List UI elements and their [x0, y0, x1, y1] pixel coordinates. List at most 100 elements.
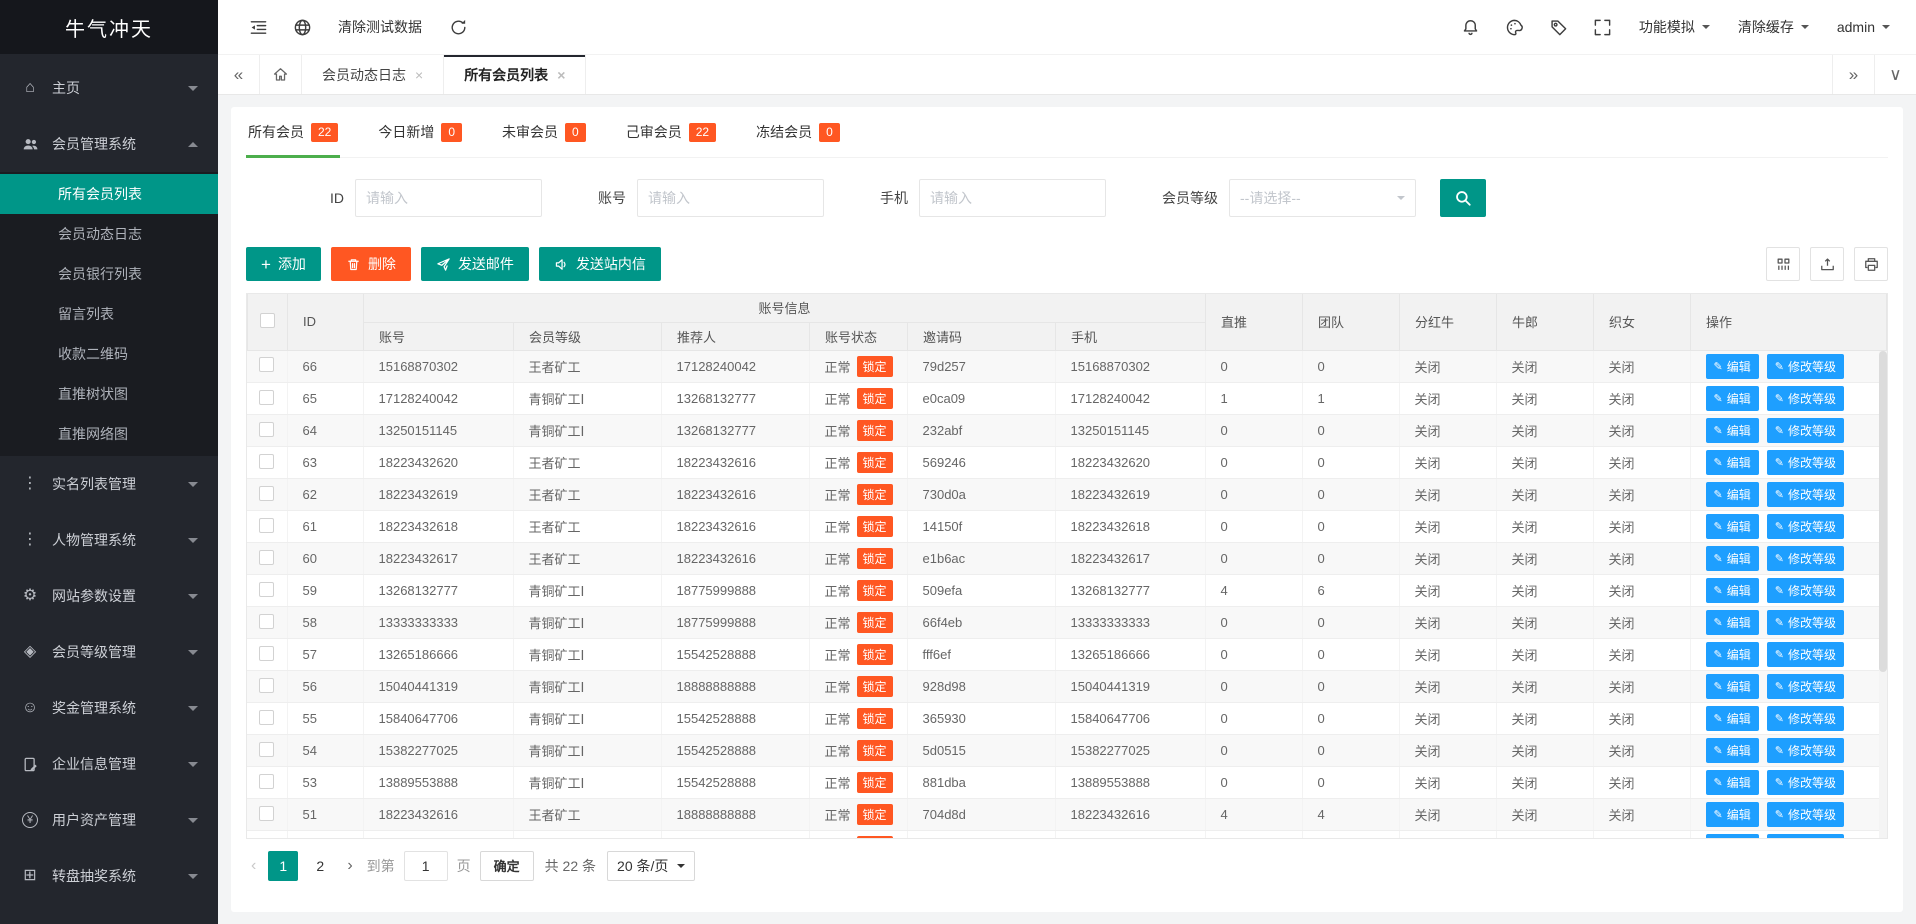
lock-button[interactable]: 锁定	[857, 804, 893, 825]
lock-button[interactable]: 锁定	[857, 484, 893, 505]
tabs-more-icon[interactable]: »	[1832, 55, 1874, 94]
modify-level-button[interactable]: ✎修改等级	[1767, 514, 1844, 539]
row-checkbox[interactable]	[259, 582, 274, 597]
search-button[interactable]	[1440, 179, 1486, 217]
edit-button[interactable]: ✎编辑	[1706, 770, 1759, 795]
tabs-scroll-left-icon[interactable]: «	[218, 55, 260, 94]
edit-button[interactable]: ✎编辑	[1706, 450, 1759, 475]
sidebar-item-转盘抽奖系统[interactable]: ⊞转盘抽奖系统	[0, 848, 218, 904]
export-button[interactable]	[1810, 247, 1844, 281]
row-checkbox[interactable]	[259, 518, 274, 533]
row-checkbox[interactable]	[259, 454, 274, 469]
refresh-icon[interactable]	[436, 0, 480, 54]
sidebar-item-会员等级管理[interactable]: ◈会员等级管理	[0, 624, 218, 680]
theme-palette-icon[interactable]	[1493, 0, 1537, 54]
edit-button[interactable]: ✎编辑	[1706, 834, 1759, 838]
lock-button[interactable]: 锁定	[857, 356, 893, 377]
member-tab-己审会员[interactable]: 己审会员22	[624, 107, 718, 157]
modify-level-button[interactable]: ✎修改等级	[1767, 674, 1844, 699]
sidebar-item-人物管理系统[interactable]: ⋮人物管理系统	[0, 512, 218, 568]
next-page-icon[interactable]: ›	[342, 857, 357, 875]
edit-button[interactable]: ✎编辑	[1706, 610, 1759, 635]
edit-button[interactable]: ✎编辑	[1706, 514, 1759, 539]
lock-button[interactable]: 锁定	[857, 452, 893, 473]
send-message-button[interactable]: 发送站内信	[539, 247, 661, 281]
select-all-checkbox[interactable]	[260, 313, 275, 328]
edit-button[interactable]: ✎编辑	[1706, 706, 1759, 731]
lock-button[interactable]: 锁定	[857, 548, 893, 569]
table-scrollbar-thumb[interactable]	[1879, 351, 1887, 672]
tab-all-members[interactable]: 所有会员列表 ×	[444, 55, 586, 94]
sidebar-item-会员管理系统[interactable]: 会员管理系统	[0, 116, 218, 172]
row-checkbox[interactable]	[259, 390, 274, 405]
row-checkbox[interactable]	[259, 742, 274, 757]
modify-level-button[interactable]: ✎修改等级	[1767, 738, 1844, 763]
row-checkbox[interactable]	[259, 646, 274, 661]
menu-collapse-icon[interactable]	[236, 0, 280, 54]
sidebar-item-用户资产管理[interactable]: ¥用户资产管理	[0, 792, 218, 848]
fullscreen-icon[interactable]	[1581, 0, 1625, 54]
edit-button[interactable]: ✎编辑	[1706, 642, 1759, 667]
sidebar-subitem-所有会员列表[interactable]: 所有会员列表	[0, 174, 218, 214]
confirm-button[interactable]: 确定	[480, 851, 534, 881]
send-email-button[interactable]: 发送邮件	[421, 247, 529, 281]
filter-columns-button[interactable]	[1766, 247, 1800, 281]
user-dropdown[interactable]: admin	[1823, 19, 1904, 35]
edit-button[interactable]: ✎编辑	[1706, 482, 1759, 507]
modify-level-button[interactable]: ✎修改等级	[1767, 770, 1844, 795]
modify-level-button[interactable]: ✎修改等级	[1767, 834, 1844, 838]
sidebar-item-实名列表管理[interactable]: ⋮实名列表管理	[0, 456, 218, 512]
member-tab-冻结会员[interactable]: 冻结会员0	[754, 107, 842, 157]
row-checkbox[interactable]	[259, 710, 274, 725]
row-checkbox[interactable]	[259, 678, 274, 693]
sidebar-item-企业信息管理[interactable]: 企业信息管理	[0, 736, 218, 792]
sidebar-item-网站参数设置[interactable]: ⚙网站参数设置	[0, 568, 218, 624]
goto-page-input[interactable]	[404, 851, 448, 881]
close-icon[interactable]: ×	[557, 67, 565, 83]
clear-test-data-button[interactable]: 清除测试数据	[324, 17, 436, 37]
row-checkbox[interactable]	[259, 614, 274, 629]
lock-button[interactable]: 锁定	[857, 420, 893, 441]
bell-icon[interactable]	[1449, 0, 1493, 54]
row-checkbox[interactable]	[259, 486, 274, 501]
lock-button[interactable]: 锁定	[857, 644, 893, 665]
lock-button[interactable]: 锁定	[857, 580, 893, 601]
tabs-menu-icon[interactable]: ∨	[1874, 55, 1916, 94]
tab-member-log[interactable]: 会员动态日志 ×	[302, 55, 444, 94]
modify-level-button[interactable]: ✎修改等级	[1767, 610, 1844, 635]
print-button[interactable]	[1854, 247, 1888, 281]
lock-button[interactable]: 锁定	[857, 516, 893, 537]
modify-level-button[interactable]: ✎修改等级	[1767, 354, 1844, 379]
modify-level-button[interactable]: ✎修改等级	[1767, 450, 1844, 475]
close-icon[interactable]: ×	[415, 67, 423, 83]
sidebar-subitem-会员银行列表[interactable]: 会员银行列表	[0, 254, 218, 294]
row-checkbox[interactable]	[259, 550, 274, 565]
row-checkbox[interactable]	[259, 422, 274, 437]
modify-level-button[interactable]: ✎修改等级	[1767, 578, 1844, 603]
tag-icon[interactable]	[1537, 0, 1581, 54]
edit-button[interactable]: ✎编辑	[1706, 674, 1759, 699]
phone-input[interactable]	[919, 179, 1106, 217]
modify-level-button[interactable]: ✎修改等级	[1767, 546, 1844, 571]
prev-page-icon[interactable]: ‹	[246, 857, 261, 875]
id-input[interactable]	[355, 179, 542, 217]
account-input[interactable]	[637, 179, 824, 217]
edit-button[interactable]: ✎编辑	[1706, 386, 1759, 411]
modify-level-button[interactable]: ✎修改等级	[1767, 642, 1844, 667]
sidebar-item-主页[interactable]: ⌂主页	[0, 60, 218, 116]
sidebar-subitem-会员动态日志[interactable]: 会员动态日志	[0, 214, 218, 254]
modify-level-button[interactable]: ✎修改等级	[1767, 802, 1844, 827]
lock-button[interactable]: 锁定	[857, 388, 893, 409]
function-simulate-dropdown[interactable]: 功能模拟	[1625, 17, 1724, 37]
edit-button[interactable]: ✎编辑	[1706, 418, 1759, 443]
per-page-select[interactable]: 20 条/页	[607, 851, 695, 881]
lock-button[interactable]: 锁定	[857, 676, 893, 697]
edit-button[interactable]: ✎编辑	[1706, 738, 1759, 763]
lock-button[interactable]: 锁定	[857, 740, 893, 761]
page-number-2[interactable]: 2	[305, 851, 335, 881]
clear-cache-dropdown[interactable]: 清除缓存	[1724, 17, 1823, 37]
member-tab-今日新增[interactable]: 今日新增0	[376, 107, 464, 157]
home-tab[interactable]	[260, 55, 302, 94]
modify-level-button[interactable]: ✎修改等级	[1767, 706, 1844, 731]
edit-button[interactable]: ✎编辑	[1706, 802, 1759, 827]
